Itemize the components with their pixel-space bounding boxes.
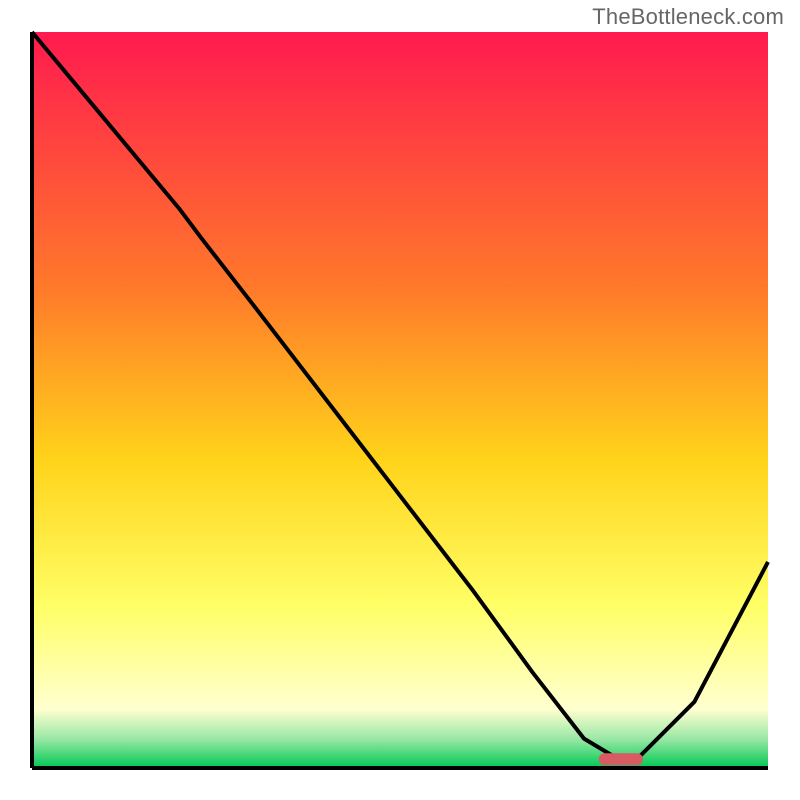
- plot-background: [32, 32, 768, 768]
- chart-stage: TheBottleneck.com: [0, 0, 800, 800]
- chart-svg: [0, 0, 800, 800]
- optimal-marker: [599, 753, 643, 765]
